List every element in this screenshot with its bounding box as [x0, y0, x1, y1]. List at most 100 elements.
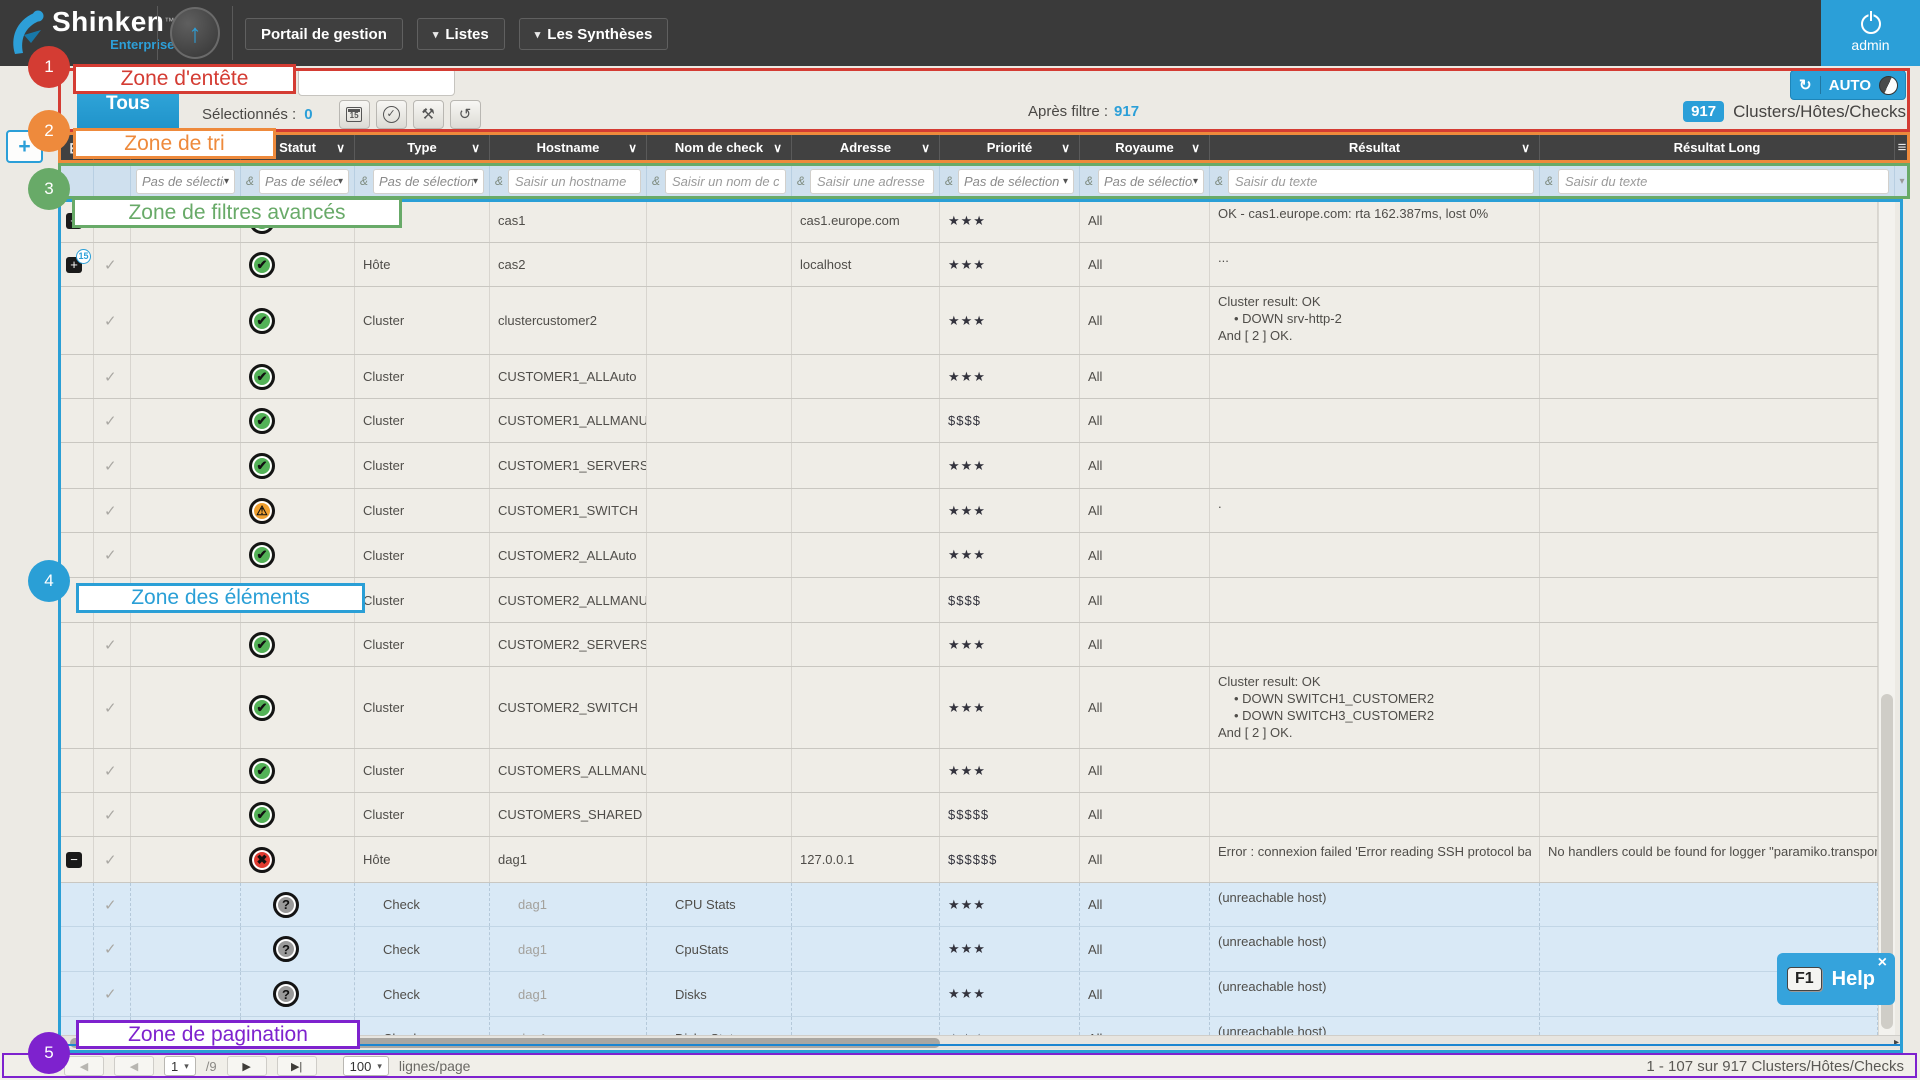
table-row[interactable]: ✓✔ClusterCUSTOMER2_ALLMANU$$$$All	[58, 578, 1878, 623]
table-row[interactable]: +15✓✔Hôtecas2localhost★★★All...	[58, 243, 1878, 287]
scroll-right-icon[interactable]: ▸	[1894, 1037, 1899, 1048]
column-header-royaume[interactable]: Royaume∨	[1080, 132, 1210, 163]
add-tab-button[interactable]: +	[6, 130, 43, 163]
home-up-button[interactable]: ↑	[170, 7, 220, 59]
cell-select[interactable]: ✓	[94, 667, 131, 748]
cell-select[interactable]: ✓	[94, 355, 131, 398]
cell-select[interactable]: ✓	[94, 199, 131, 242]
collapse-icon[interactable]: −	[66, 852, 82, 868]
cell-select[interactable]: ✓	[94, 749, 131, 792]
table-row[interactable]: ✓✔ClusterCUSTOMER1_ALLMANU$$$$All	[58, 399, 1878, 443]
row-checkbox-icon[interactable]: ✓	[104, 636, 117, 654]
column-header-type[interactable]: Type∨	[355, 132, 490, 163]
row-checkbox-icon[interactable]: ✓	[104, 412, 117, 430]
cell-select[interactable]: ✓	[94, 243, 131, 286]
row-checkbox-icon[interactable]: ✓	[104, 502, 117, 520]
cell-select[interactable]: ✓	[94, 533, 131, 577]
expand-icon[interactable]: +15	[66, 257, 82, 273]
column-header-expandall[interactable]: ⊞	[58, 132, 94, 163]
column-header-hostname[interactable]: Hostname∨	[490, 132, 647, 163]
table-row[interactable]: ✓✔ClusterCUSTOMER2_SWITCH★★★AllCluster r…	[58, 667, 1878, 749]
table-row[interactable]: +✓✔Hôtecas1cas1.europe.com★★★AllOK - cas…	[58, 199, 1878, 243]
next-page-button[interactable]: ▶	[227, 1056, 267, 1076]
column-header-biz[interactable]	[131, 132, 241, 163]
row-checkbox-icon[interactable]: ✓	[104, 985, 117, 1003]
column-menu-icon[interactable]: ≡	[1898, 139, 1907, 156]
row-checkbox-icon[interactable]: ✓	[104, 212, 117, 230]
row-checkbox-icon[interactable]: ✓	[104, 256, 117, 274]
filter-input-resultatlong[interactable]	[1558, 169, 1889, 194]
horizontal-scrollbar-thumb[interactable]	[70, 1038, 940, 1048]
rows-per-page-select[interactable]: 100 ▾	[343, 1056, 389, 1076]
auto-toggle-icon[interactable]	[1879, 76, 1898, 95]
previous-page-button[interactable]: ◀	[114, 1056, 154, 1076]
cell-select[interactable]: ✓	[94, 287, 131, 354]
first-page-button[interactable]: ◀	[64, 1056, 104, 1076]
row-checkbox-icon[interactable]: ✓	[104, 546, 117, 564]
help-button[interactable]: F1 Help ×	[1777, 953, 1895, 1005]
cell-select[interactable]: ✓	[94, 972, 131, 1016]
row-checkbox-icon[interactable]: ✓	[104, 896, 117, 914]
table-row[interactable]: ✓✔ClusterCUSTOMERS_ALLMANU★★★All	[58, 749, 1878, 793]
cell-select[interactable]: ✓	[94, 837, 131, 882]
row-checkbox-icon[interactable]: ✓	[104, 368, 117, 386]
cell-select[interactable]: ✓	[94, 623, 131, 666]
cell-select[interactable]: ✓	[94, 793, 131, 836]
cell-select[interactable]: ✓	[94, 883, 131, 926]
menu-listes[interactable]: ▾Listes	[417, 18, 505, 50]
row-checkbox-icon[interactable]: ✓	[104, 312, 117, 330]
cell-select[interactable]: ✓	[94, 443, 131, 488]
row-checkbox-icon[interactable]: ✓	[104, 591, 117, 609]
cell-select[interactable]: ✓	[94, 927, 131, 971]
table-row[interactable]: ✓?Checkdag1Disks Stats★★★All(unreachable…	[58, 1017, 1878, 1035]
last-page-button[interactable]: ▶|	[277, 1056, 317, 1076]
column-header-adresse[interactable]: Adresse∨	[792, 132, 940, 163]
vertical-scrollbar[interactable]	[1878, 199, 1895, 1035]
table-row[interactable]: ✓?Checkdag1Disks★★★All(unreachable host)	[58, 972, 1878, 1017]
caret-down-icon[interactable]: ▾	[1899, 176, 1904, 187]
column-header-priorite[interactable]: Priorité∨	[940, 132, 1080, 163]
calendar-button[interactable]: 15	[339, 100, 370, 129]
cell-select[interactable]: ✓	[94, 1017, 131, 1035]
table-row[interactable]: ✓✔ClusterCUSTOMER1_SERVERS★★★All	[58, 443, 1878, 489]
row-checkbox-icon[interactable]: ✓	[104, 851, 117, 869]
row-checkbox-icon[interactable]: ✓	[104, 940, 117, 958]
filter-select-statut[interactable]: Pas de sélection▾	[259, 169, 349, 194]
table-row[interactable]: ✓?Checkdag1CpuStats★★★All(unreachable ho…	[58, 927, 1878, 972]
row-checkbox-icon[interactable]: ✓	[104, 457, 117, 475]
check-circle-button[interactable]: ✓	[376, 100, 407, 129]
filter-input-resultat[interactable]	[1228, 169, 1534, 194]
column-header-nomcheck[interactable]: Nom de check∨	[647, 132, 792, 163]
search-input[interactable]	[298, 68, 455, 96]
table-row[interactable]: ✓✔ClusterCUSTOMER2_SERVERS★★★All	[58, 623, 1878, 667]
menu-les-synth-ses[interactable]: ▾Les Synthèses	[519, 18, 669, 50]
menu-portail-de-gestion[interactable]: Portail de gestion	[245, 18, 403, 50]
close-icon[interactable]: ×	[1878, 954, 1887, 972]
column-header-resultatlong[interactable]: Résultat Long	[1540, 132, 1895, 163]
filter-select-biz[interactable]: Pas de sélection▾	[136, 169, 235, 194]
tab-tous[interactable]: Tous	[77, 72, 179, 132]
filter-select-priorite[interactable]: Pas de sélection▾	[958, 169, 1074, 194]
table-row[interactable]: ✓✔ClusterCUSTOMERS_SHARED$$$$$All	[58, 793, 1878, 837]
filter-select-type[interactable]: Pas de sélection▾	[373, 169, 484, 194]
horizontal-scrollbar[interactable]: ▸	[58, 1035, 1903, 1049]
row-checkbox-icon[interactable]: ✓	[104, 762, 117, 780]
expand-icon[interactable]: +	[66, 213, 82, 229]
table-row[interactable]: ✓✔Clusterclustercustomer2★★★AllCluster r…	[58, 287, 1878, 355]
column-header-statut[interactable]: Statut∨	[241, 132, 355, 163]
row-checkbox-icon[interactable]: ✓	[104, 699, 117, 717]
cell-select[interactable]: ✓	[94, 578, 131, 622]
column-header-resultat[interactable]: Résultat∨	[1210, 132, 1540, 163]
column-header-select[interactable]	[94, 132, 131, 163]
filter-input-hostname[interactable]	[508, 169, 641, 194]
cell-select[interactable]: ✓	[94, 489, 131, 532]
tools-button[interactable]: ⚒	[413, 100, 444, 129]
filter-input-adresse[interactable]	[810, 169, 934, 194]
cell-select[interactable]: ✓	[94, 399, 131, 442]
undo-button[interactable]: ↺	[450, 100, 481, 129]
page-select[interactable]: 1 ▾	[164, 1056, 196, 1076]
auto-refresh-button[interactable]: ↻ AUTO	[1790, 70, 1906, 100]
table-row[interactable]: ✓✔ClusterCUSTOMER1_ALLAuto★★★All	[58, 355, 1878, 399]
filter-select-royaume[interactable]: Pas de sélection▾	[1098, 169, 1204, 194]
row-checkbox-icon[interactable]: ✓	[104, 806, 117, 824]
